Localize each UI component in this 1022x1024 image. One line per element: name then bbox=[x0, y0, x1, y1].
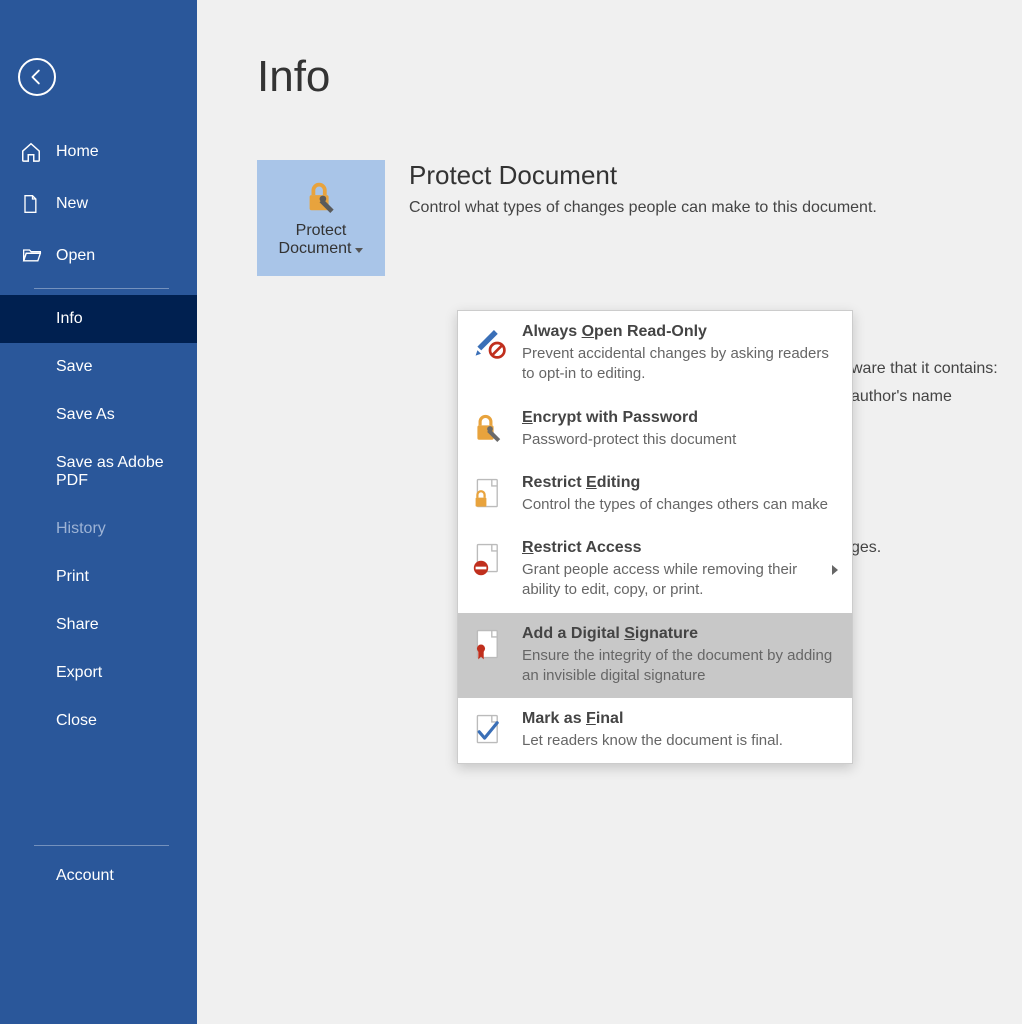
protect-heading: Protect Document bbox=[409, 160, 877, 191]
sidebar-item-label: Home bbox=[56, 143, 99, 161]
sidebar-item-save-as-adobe-pdf[interactable]: Save as Adobe PDF bbox=[0, 439, 197, 505]
menu-item-desc: Control the types of changes others can … bbox=[522, 495, 838, 515]
sidebar-item-print[interactable]: Print bbox=[0, 553, 197, 601]
sidebar-item-export[interactable]: Export bbox=[0, 649, 197, 697]
back-button[interactable] bbox=[18, 58, 56, 96]
sidebar-item-new[interactable]: New bbox=[0, 178, 197, 230]
sidebar-item-info[interactable]: Info bbox=[0, 295, 197, 343]
lock-key-icon bbox=[301, 178, 341, 216]
sidebar-item-save-as[interactable]: Save As bbox=[0, 391, 197, 439]
page-title: Info bbox=[257, 52, 1022, 102]
backstage-sidebar: Home New Open Info Save Save As Save as Adobe… bbox=[0, 0, 197, 1024]
open-icon bbox=[20, 245, 44, 267]
sidebar-item-label: Save as Adobe PDF bbox=[56, 454, 177, 490]
home-icon bbox=[20, 141, 44, 163]
sidebar-item-share[interactable]: Share bbox=[0, 601, 197, 649]
sidebar-item-label: Account bbox=[56, 867, 114, 885]
pencil-icon bbox=[472, 325, 508, 361]
menu-item-desc: Password-protect this document bbox=[522, 430, 838, 450]
sidebar-item-label: Export bbox=[56, 664, 102, 682]
protect-desc: Control what types of changes people can… bbox=[409, 199, 877, 217]
docsig-icon bbox=[472, 627, 508, 663]
main-content: Info Protect Document Protect Document C… bbox=[197, 0, 1022, 1024]
sidebar-item-account[interactable]: Account bbox=[0, 852, 197, 900]
sidebar-separator bbox=[34, 288, 169, 289]
menu-item-title: Always Open Read-Only bbox=[522, 323, 838, 341]
sidebar-item-label: Close bbox=[56, 712, 97, 730]
menu-item-title: Mark as Final bbox=[522, 710, 838, 728]
sidebar-item-save[interactable]: Save bbox=[0, 343, 197, 391]
sidebar-item-label: New bbox=[56, 195, 88, 213]
sidebar-item-label: Info bbox=[56, 310, 83, 328]
protect-btn-line2: Document bbox=[279, 240, 352, 257]
protect-document-button[interactable]: Protect Document bbox=[257, 160, 385, 276]
menu-item-title: Encrypt with Password bbox=[522, 409, 838, 427]
menu-item-encrypt-with-password[interactable]: Encrypt with Password Password-protect th… bbox=[458, 397, 852, 462]
sidebar-item-home[interactable]: Home bbox=[0, 126, 197, 178]
sidebar-item-label: Open bbox=[56, 247, 95, 265]
lock-icon bbox=[472, 411, 508, 447]
menu-item-title: Restrict Access bbox=[522, 539, 826, 557]
bg-text: ges. bbox=[851, 539, 881, 557]
sidebar-item-label: Save bbox=[56, 358, 92, 376]
menu-item-restrict-access[interactable]: Restrict Access Grant people access while… bbox=[458, 527, 852, 613]
protect-btn-line1: Protect bbox=[296, 222, 347, 239]
sidebar-item-label: Save As bbox=[56, 406, 115, 424]
menu-item-add-a-digital-signature[interactable]: Add a Digital Signature Ensure the integr… bbox=[458, 613, 852, 699]
sidebar-item-history[interactable]: History bbox=[0, 505, 197, 553]
menu-item-desc: Prevent accidental changes by asking rea… bbox=[522, 344, 838, 385]
menu-item-title: Add a Digital Signature bbox=[522, 625, 838, 643]
docno-icon bbox=[472, 541, 508, 577]
doclock-icon bbox=[472, 476, 508, 512]
sidebar-item-label: History bbox=[56, 520, 106, 538]
menu-item-desc: Grant people access while removing their… bbox=[522, 560, 826, 601]
menu-item-desc: Let readers know the document is final. bbox=[522, 731, 838, 751]
sidebar-separator bbox=[34, 845, 169, 846]
bg-text: ware that it contains: bbox=[851, 360, 998, 378]
menu-item-mark-as-final[interactable]: Mark as Final Let readers know the docume… bbox=[458, 698, 852, 763]
new-icon bbox=[20, 193, 44, 215]
menu-item-desc: Ensure the integrity of the document by … bbox=[522, 646, 838, 687]
protect-document-dropdown: Always Open Read-Only Prevent accidental … bbox=[457, 310, 853, 764]
menu-item-restrict-editing[interactable]: Restrict Editing Control the types of cha… bbox=[458, 462, 852, 527]
menu-item-title: Restrict Editing bbox=[522, 474, 838, 492]
doccheck-icon bbox=[472, 712, 508, 748]
sidebar-item-label: Share bbox=[56, 616, 99, 634]
menu-item-always-open-read-only[interactable]: Always Open Read-Only Prevent accidental … bbox=[458, 311, 852, 397]
sidebar-item-open[interactable]: Open bbox=[0, 230, 197, 282]
bg-text: author's name bbox=[851, 388, 952, 406]
sidebar-item-close[interactable]: Close bbox=[0, 697, 197, 745]
sidebar-item-label: Print bbox=[56, 568, 89, 586]
submenu-arrow-icon bbox=[832, 565, 838, 575]
